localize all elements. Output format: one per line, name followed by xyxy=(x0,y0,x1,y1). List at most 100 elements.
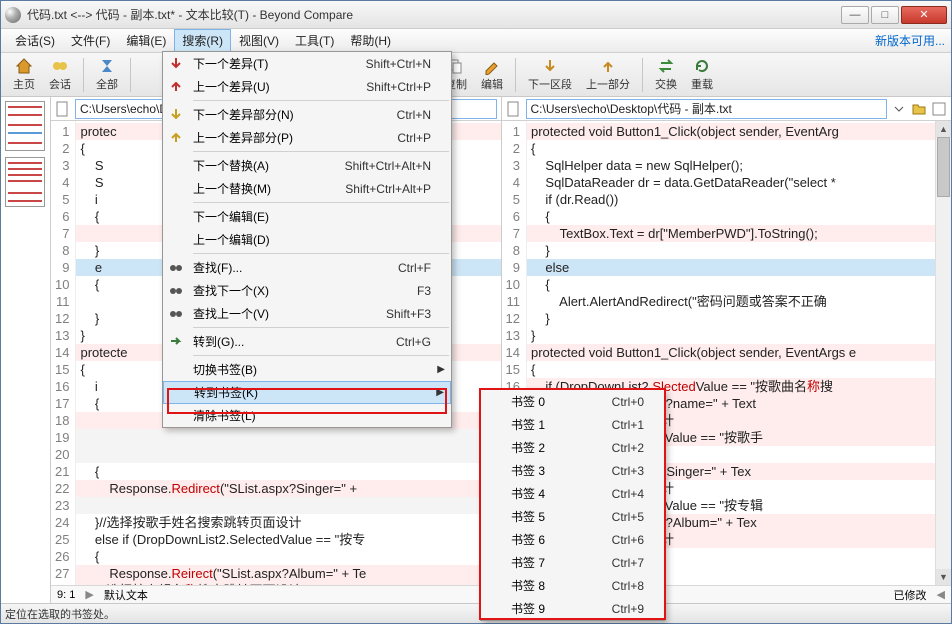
menu-search[interactable]: 搜索(R) xyxy=(174,29,231,52)
menu-item[interactable]: 清除书签(L) xyxy=(163,404,451,427)
maximize-button[interactable]: □ xyxy=(871,6,899,24)
menu-view[interactable]: 视图(V) xyxy=(231,29,287,52)
thumbnail-column xyxy=(1,97,51,603)
code-line[interactable]: { xyxy=(76,463,500,480)
right-pathbar xyxy=(502,97,952,121)
titlebar: 代码.txt <--> 代码 - 副本.txt* - 文本比较(T) - Bey… xyxy=(1,1,951,29)
code-line[interactable]: { xyxy=(76,548,500,565)
bookmark-item[interactable]: 书签 2Ctrl+2 xyxy=(481,436,664,459)
menu-item[interactable]: 下一个差异部分(N)Ctrl+N xyxy=(163,103,451,126)
code-line[interactable] xyxy=(76,497,500,514)
prev-section-icon xyxy=(599,57,617,75)
close-button[interactable]: ✕ xyxy=(901,6,947,24)
code-line[interactable]: }//选择按专辑名称搜索跳转页面设计 xyxy=(76,582,500,585)
down-yellow-icon xyxy=(169,107,185,123)
code-line[interactable]: { xyxy=(527,140,951,157)
code-line[interactable]: }//选择按歌手姓名搜索跳转页面设计 xyxy=(76,514,500,531)
bookmark-item[interactable]: 书签 6Ctrl+6 xyxy=(481,528,664,551)
menu-item[interactable]: 上一个差异(U)Shift+Ctrl+P xyxy=(163,75,451,98)
code-line[interactable]: } xyxy=(527,242,951,259)
all-icon xyxy=(98,57,116,75)
swap-icon xyxy=(657,57,675,75)
bookmark-item[interactable]: 书签 4Ctrl+4 xyxy=(481,482,664,505)
modified-label: 已修改 xyxy=(894,587,927,603)
code-line[interactable]: SqlDataReader dr = data.GetDataReader("s… xyxy=(527,174,951,191)
sessions-icon xyxy=(51,57,69,75)
code-line[interactable]: { xyxy=(527,208,951,225)
down-red-icon xyxy=(169,56,185,72)
thumb-1[interactable] xyxy=(5,101,45,151)
toolbar: 主页 会话 全部 复制 编辑 下一区段 上一部分 交换 重载 xyxy=(1,53,951,97)
code-line[interactable] xyxy=(76,446,500,463)
menu-item[interactable]: 下一个编辑(E) xyxy=(163,205,451,228)
menu-help[interactable]: 帮助(H) xyxy=(342,29,399,52)
bookmark-item[interactable]: 书签 1Ctrl+1 xyxy=(481,413,664,436)
tb-next-section[interactable]: 下一区段 xyxy=(522,55,578,94)
menu-item[interactable]: 转到(G)...Ctrl+G xyxy=(163,330,451,353)
menu-item[interactable]: 查找下一个(X)F3 xyxy=(163,279,451,302)
bookmark-item[interactable]: 书签 5Ctrl+5 xyxy=(481,505,664,528)
menu-item[interactable]: 下一个替换(A)Shift+Ctrl+Alt+N xyxy=(163,154,451,177)
encoding: 默认文本 xyxy=(104,587,148,603)
bookmark-item[interactable]: 书签 7Ctrl+7 xyxy=(481,551,664,574)
bookmark-item[interactable]: 书签 3Ctrl+3 xyxy=(481,459,664,482)
tb-sessions[interactable]: 会话 xyxy=(43,55,77,94)
code-line[interactable]: Response.Reirect("SList.aspx?Album=" + T… xyxy=(76,565,500,582)
new-version-link[interactable]: 新版本可用... xyxy=(875,32,945,49)
code-line[interactable]: protected void Button1_Click(object send… xyxy=(527,123,951,140)
code-line[interactable]: Alert.AlertAndRedirect("密码问题或答案不正确 xyxy=(527,293,951,310)
tb-prev-section[interactable]: 上一部分 xyxy=(580,55,636,94)
file-icon xyxy=(55,101,71,117)
next-section-icon xyxy=(541,57,559,75)
menu-item[interactable]: 查找上一个(V)Shift+F3 xyxy=(163,302,451,325)
code-line[interactable]: if (dr.Read()) xyxy=(527,191,951,208)
minimize-button[interactable]: — xyxy=(841,6,869,24)
menu-tools[interactable]: 工具(T) xyxy=(287,29,342,52)
home-icon xyxy=(15,57,33,75)
cursor-pos: 9: 1 xyxy=(57,589,75,601)
edit-icon xyxy=(483,57,501,75)
browse-icon[interactable] xyxy=(911,101,927,117)
bookmark-item[interactable]: 书签 0Ctrl+0 xyxy=(481,390,664,413)
code-line[interactable]: } xyxy=(527,327,951,344)
menu-file[interactable]: 文件(F) xyxy=(63,29,118,52)
tb-edit[interactable]: 编辑 xyxy=(475,55,509,94)
submenu-arrow-icon: ▶ xyxy=(436,387,444,398)
app-window: 代码.txt <--> 代码 - 副本.txt* - 文本比较(T) - Bey… xyxy=(0,0,952,624)
code-line[interactable]: } xyxy=(527,310,951,327)
code-line[interactable]: { xyxy=(527,276,951,293)
tb-home[interactable]: 主页 xyxy=(7,55,41,94)
scroll-down-icon[interactable]: ▼ xyxy=(936,569,951,585)
code-line[interactable]: Response.Redirect("SList.aspx?Singer=" + xyxy=(76,480,500,497)
code-line[interactable]: { xyxy=(527,361,951,378)
menu-session[interactable]: 会话(S) xyxy=(7,29,63,52)
reload-icon xyxy=(693,57,711,75)
bookmark-item[interactable]: 书签 9Ctrl+9 xyxy=(481,597,664,620)
menu-item[interactable]: 切换书签(B)▶ xyxy=(163,358,451,381)
tb-reload[interactable]: 重载 xyxy=(685,55,719,94)
code-line[interactable]: else if (DropDownList2.SelectedValue == … xyxy=(76,531,500,548)
scroll-up-icon[interactable]: ▲ xyxy=(936,121,951,137)
bookmark-item[interactable]: 书签 8Ctrl+8 xyxy=(481,574,664,597)
tb-all[interactable]: 全部 xyxy=(90,55,124,94)
menu-item[interactable]: 上一个差异部分(P)Ctrl+P xyxy=(163,126,451,149)
menu-item[interactable]: 上一个编辑(D) xyxy=(163,228,451,251)
submenu-arrow-icon: ▶ xyxy=(437,364,445,375)
app-icon xyxy=(5,7,21,23)
dropdown-icon[interactable] xyxy=(891,101,907,117)
menu-edit[interactable]: 编辑(E) xyxy=(118,29,174,52)
open-icon[interactable] xyxy=(931,101,947,117)
code-line[interactable]: TextBox.Text = dr["MemberPWD"].ToString(… xyxy=(527,225,951,242)
code-line[interactable]: SqlHelper data = new SqlHelper(); xyxy=(527,157,951,174)
menu-item[interactable]: 上一个替换(M)Shift+Ctrl+Alt+P xyxy=(163,177,451,200)
thumb-2[interactable] xyxy=(5,157,45,207)
code-line[interactable]: protected void Button1_Click(object send… xyxy=(527,344,951,361)
tb-swap[interactable]: 交换 xyxy=(649,55,683,94)
code-line[interactable] xyxy=(76,429,500,446)
menu-item[interactable]: 转到书签(K)▶ xyxy=(163,381,451,404)
right-path-input[interactable] xyxy=(526,99,888,119)
right-scrollbar[interactable]: ▲ ▼ xyxy=(935,121,951,585)
code-line[interactable]: else xyxy=(527,259,951,276)
menu-item[interactable]: 下一个差异(T)Shift+Ctrl+N xyxy=(163,52,451,75)
menu-item[interactable]: 查找(F)...Ctrl+F xyxy=(163,256,451,279)
